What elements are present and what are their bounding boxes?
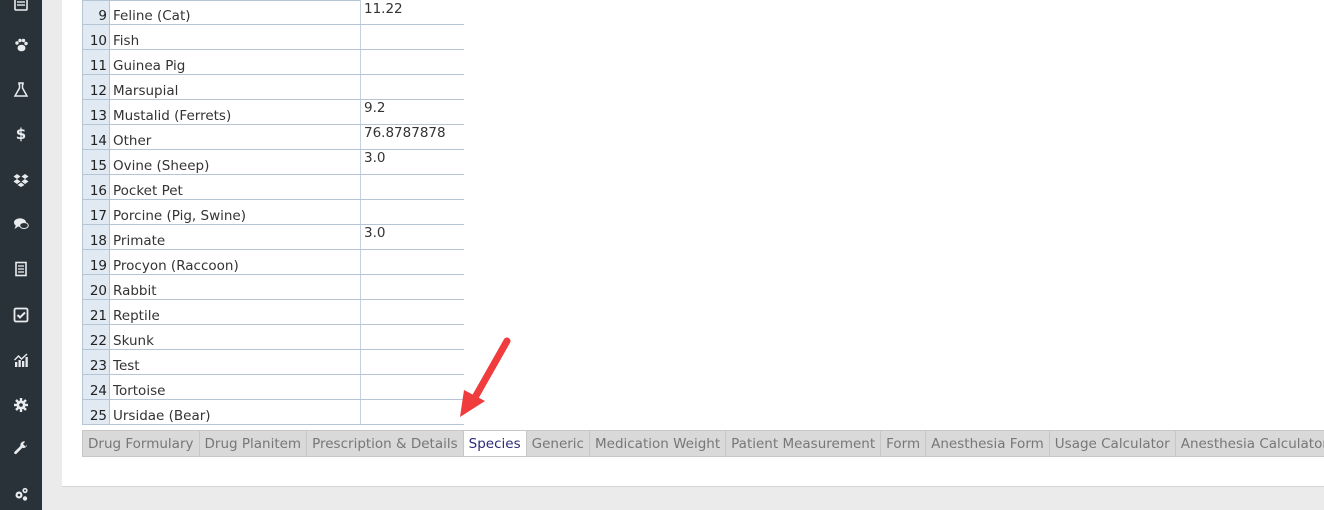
grid-row[interactable]: 22 Skunk bbox=[82, 324, 464, 350]
species-value-cell[interactable] bbox=[360, 199, 464, 225]
row-number: 16 bbox=[82, 174, 110, 200]
grid-row[interactable]: 19 Procyon (Raccoon) bbox=[82, 249, 464, 275]
row-number: 13 bbox=[82, 99, 110, 125]
species-value-cell[interactable] bbox=[360, 174, 464, 200]
grid-row[interactable]: 25 Ursidae (Bear) bbox=[82, 399, 464, 425]
grid-row[interactable]: 21 Reptile bbox=[82, 299, 464, 325]
species-name-cell[interactable]: Mustalid (Ferrets) bbox=[109, 99, 361, 125]
species-name-cell[interactable]: Procyon (Raccoon) bbox=[109, 249, 361, 275]
species-value-cell[interactable] bbox=[360, 74, 464, 100]
dollar-icon[interactable]: $ bbox=[0, 122, 42, 146]
document-icon[interactable] bbox=[0, 257, 42, 281]
grid-row[interactable]: 14 Other 76.8787878 bbox=[82, 124, 464, 150]
tab-drug-formulary[interactable]: Drug Formulary bbox=[83, 431, 200, 456]
grid-row[interactable]: 15 Ovine (Sheep) 3.0 bbox=[82, 149, 464, 175]
species-value-cell[interactable] bbox=[360, 24, 464, 50]
species-value-cell[interactable] bbox=[360, 249, 464, 275]
content-panel: 9 Feline (Cat) 11.22 10 Fish 11 Guinea Pig 12 Ma… bbox=[62, 0, 1324, 487]
species-value-cell[interactable] bbox=[360, 274, 464, 300]
species-name-cell[interactable]: Ovine (Sheep) bbox=[109, 149, 361, 175]
row-number: 19 bbox=[82, 249, 110, 275]
species-name-cell[interactable]: Ursidae (Bear) bbox=[109, 399, 361, 425]
row-number: 12 bbox=[82, 74, 110, 100]
species-name-cell[interactable]: Tortoise bbox=[109, 374, 361, 400]
row-number: 18 bbox=[82, 224, 110, 250]
sidebar: $ bbox=[0, 0, 42, 510]
row-number: 9 bbox=[82, 0, 110, 25]
species-name-cell[interactable]: Primate bbox=[109, 224, 361, 250]
checkbox-icon[interactable] bbox=[0, 303, 42, 327]
species-name-cell[interactable]: Other bbox=[109, 124, 361, 150]
wrench-icon[interactable] bbox=[0, 437, 42, 461]
species-name-cell[interactable]: Pocket Pet bbox=[109, 174, 361, 200]
species-name-cell[interactable]: Test bbox=[109, 349, 361, 375]
tab-anesthesia-form[interactable]: Anesthesia Form bbox=[926, 431, 1050, 456]
species-value-cell[interactable] bbox=[360, 374, 464, 400]
row-number: 22 bbox=[82, 324, 110, 350]
row-number: 21 bbox=[82, 299, 110, 325]
comments-icon[interactable] bbox=[0, 212, 42, 236]
row-number: 14 bbox=[82, 124, 110, 150]
species-name-cell[interactable]: Fish bbox=[109, 24, 361, 50]
tab-species[interactable]: Species bbox=[463, 431, 527, 456]
row-number: 10 bbox=[82, 24, 110, 50]
species-value-cell[interactable] bbox=[360, 299, 464, 325]
species-name-cell[interactable]: Guinea Pig bbox=[109, 49, 361, 75]
species-name-cell[interactable]: Reptile bbox=[109, 299, 361, 325]
tab-drug-planitem[interactable]: Drug Planitem bbox=[200, 431, 308, 456]
grid-row[interactable]: 18 Primate 3.0 bbox=[82, 224, 464, 250]
species-value-cell[interactable]: 11.22 bbox=[360, 0, 464, 25]
flask-icon[interactable] bbox=[0, 78, 42, 102]
species-name-cell[interactable]: Skunk bbox=[109, 324, 361, 350]
row-number: 15 bbox=[82, 149, 110, 175]
row-number: 20 bbox=[82, 274, 110, 300]
annotation-arrow bbox=[460, 337, 511, 417]
row-number: 25 bbox=[82, 399, 110, 425]
species-value-cell[interactable] bbox=[360, 349, 464, 375]
list-icon[interactable] bbox=[0, 0, 42, 16]
species-grid: 9 Feline (Cat) 11.22 10 Fish 11 Guinea Pig 12 Ma… bbox=[82, 0, 464, 425]
chart-icon[interactable] bbox=[0, 348, 42, 372]
species-value-cell[interactable] bbox=[360, 399, 464, 425]
tab-bar: Drug Formulary Drug Planitem Prescription … bbox=[82, 430, 1324, 457]
row-number: 23 bbox=[82, 349, 110, 375]
row-number: 11 bbox=[82, 49, 110, 75]
grid-row[interactable]: 11 Guinea Pig bbox=[82, 49, 464, 75]
species-value-cell[interactable]: 3.0 bbox=[360, 224, 464, 250]
row-number: 24 bbox=[82, 374, 110, 400]
cogs-icon[interactable] bbox=[0, 482, 42, 506]
species-value-cell[interactable]: 3.0 bbox=[360, 149, 464, 175]
species-value-cell[interactable]: 76.8787878 bbox=[360, 124, 464, 150]
tab-medication-weight[interactable]: Medication Weight bbox=[590, 431, 727, 456]
grid-row[interactable]: 13 Mustalid (Ferrets) 9.2 bbox=[82, 99, 464, 125]
grid-row[interactable]: 24 Tortoise bbox=[82, 374, 464, 400]
species-name-cell[interactable]: Feline (Cat) bbox=[109, 0, 361, 25]
grid-row[interactable]: 20 Rabbit bbox=[82, 274, 464, 300]
species-value-cell[interactable] bbox=[360, 324, 464, 350]
grid-row[interactable]: 9 Feline (Cat) 11.22 bbox=[82, 0, 464, 25]
row-number: 17 bbox=[82, 199, 110, 225]
paw-icon[interactable] bbox=[0, 33, 42, 57]
grid-row[interactable]: 17 Porcine (Pig, Swine) bbox=[82, 199, 464, 225]
species-name-cell[interactable]: Rabbit bbox=[109, 274, 361, 300]
gear-icon[interactable] bbox=[0, 393, 42, 417]
tab-anesthesia-calculator[interactable]: Anesthesia Calculator bbox=[1176, 431, 1324, 456]
tab-usage-calculator[interactable]: Usage Calculator bbox=[1050, 431, 1176, 456]
tab-form[interactable]: Form bbox=[881, 431, 927, 456]
dropbox-icon[interactable] bbox=[0, 168, 42, 192]
grid-row[interactable]: 10 Fish bbox=[82, 24, 464, 50]
species-name-cell[interactable]: Marsupial bbox=[109, 74, 361, 100]
tab-patient-measurement[interactable]: Patient Measurement bbox=[726, 431, 882, 456]
grid-row[interactable]: 23 Test bbox=[82, 349, 464, 375]
species-value-cell[interactable]: 9.2 bbox=[360, 99, 464, 125]
species-value-cell[interactable] bbox=[360, 49, 464, 75]
tab-prescription-details[interactable]: Prescription & Details bbox=[307, 431, 464, 456]
tab-generic[interactable]: Generic bbox=[527, 431, 590, 456]
grid-row[interactable]: 12 Marsupial bbox=[82, 74, 464, 100]
species-name-cell[interactable]: Porcine (Pig, Swine) bbox=[109, 199, 361, 225]
grid-row[interactable]: 16 Pocket Pet bbox=[82, 174, 464, 200]
